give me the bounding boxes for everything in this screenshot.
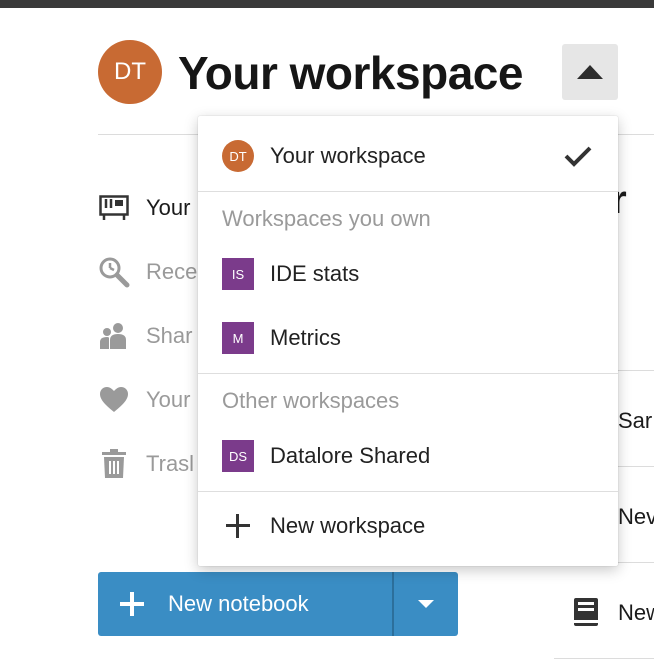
- chevron-up-icon: [577, 65, 603, 79]
- workspace-dropdown-menu: DT Your workspace Workspaces you own IS …: [198, 116, 618, 566]
- section-header-other: Other workspaces: [222, 388, 400, 413]
- new-notebook-button[interactable]: New notebook: [98, 572, 392, 636]
- workspace-switcher-toggle[interactable]: [562, 44, 618, 100]
- new-notebook-options-button[interactable]: [394, 572, 458, 636]
- menu-item-new-workspace[interactable]: New workspace: [198, 502, 618, 550]
- workspace-title[interactable]: Your workspace: [178, 46, 523, 100]
- sidebar-item-recent[interactable]: Rece: [98, 256, 197, 288]
- notebook-icon: [572, 596, 600, 628]
- plus-icon: [224, 512, 252, 540]
- notebook-row-name[interactable]: Nev: [618, 504, 654, 530]
- notebooks-icon: [98, 192, 130, 224]
- workspace-badge: M: [222, 322, 254, 354]
- checkmark-icon: [564, 145, 592, 167]
- workspace-badge: DS: [222, 440, 254, 472]
- heart-icon: [98, 384, 130, 416]
- sidebar-item-label: Rece: [146, 259, 198, 284]
- notebook-row-name[interactable]: New: [618, 600, 654, 626]
- menu-divider: [198, 491, 618, 492]
- menu-item-ide-stats[interactable]: IS IDE stats: [198, 250, 618, 298]
- sidebar-item-shared[interactable]: Shar: [98, 320, 192, 352]
- sidebar-item-favorites[interactable]: Your: [98, 384, 190, 416]
- workspace-badge: IS: [222, 258, 254, 290]
- menu-divider: [198, 191, 618, 192]
- sidebar-item-your-notebooks[interactable]: Your: [98, 192, 190, 224]
- menu-item-label: New workspace: [270, 513, 426, 538]
- workspace-avatar[interactable]: DT: [98, 40, 162, 104]
- chevron-down-icon: [418, 600, 434, 608]
- top-bar: [0, 0, 654, 8]
- menu-item-label: Datalore Shared: [270, 443, 431, 468]
- sidebar-item-label: Trasl: [146, 451, 195, 476]
- sidebar-item-label: Your: [146, 195, 191, 220]
- menu-item-datalore-shared[interactable]: DS Datalore Shared: [198, 432, 618, 480]
- recent-icon: [98, 256, 130, 288]
- sidebar-item-trash[interactable]: Trasl: [98, 448, 194, 480]
- shared-icon: [98, 320, 130, 352]
- menu-item-label: IDE stats: [270, 261, 360, 286]
- row-divider: [554, 658, 654, 659]
- workspace-avatar-small: DT: [222, 140, 254, 172]
- section-header-owned: Workspaces you own: [222, 206, 431, 231]
- sidebar-item-label: Your: [146, 387, 191, 412]
- trash-icon: [98, 448, 130, 480]
- new-notebook-label: New notebook: [168, 591, 309, 616]
- menu-item-label: Metrics: [270, 325, 341, 350]
- menu-item-metrics[interactable]: M Metrics: [198, 314, 618, 362]
- plus-icon: [118, 590, 146, 618]
- sidebar-item-label: Shar: [146, 323, 193, 348]
- menu-item-label: Your workspace: [270, 143, 426, 168]
- notebook-row-name[interactable]: Sar: [618, 408, 652, 434]
- menu-item-your-workspace[interactable]: DT Your workspace: [198, 132, 618, 180]
- menu-divider: [198, 373, 618, 374]
